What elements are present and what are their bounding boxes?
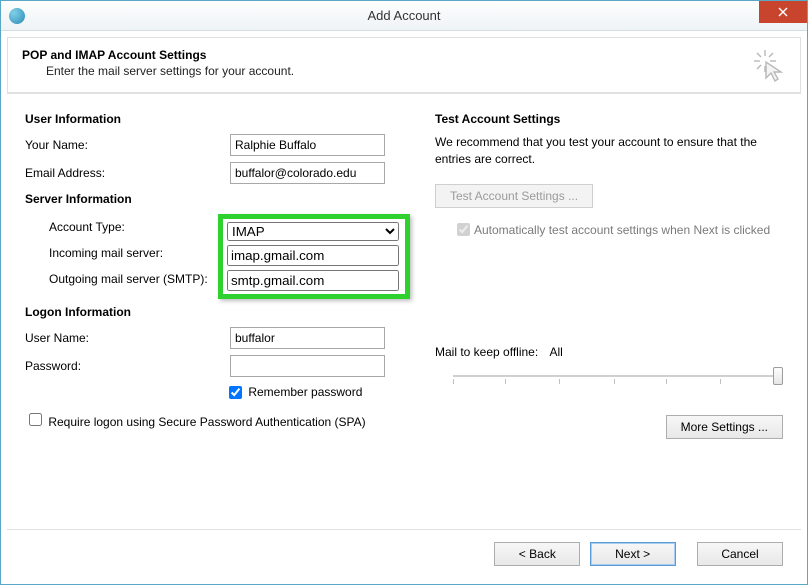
- your-name-input[interactable]: [230, 134, 385, 156]
- user-info-heading: User Information: [25, 112, 425, 126]
- slider-ticks: [453, 371, 775, 381]
- window-title: Add Account: [1, 8, 807, 23]
- account-type-select[interactable]: IMAP: [227, 222, 399, 241]
- spa-wrapper[interactable]: Require logon using Secure Password Auth…: [25, 415, 366, 429]
- auto-test-checkbox[interactable]: [457, 223, 470, 236]
- back-button[interactable]: < Back: [494, 542, 580, 566]
- close-button[interactable]: [759, 1, 807, 23]
- logon-info-heading: Logon Information: [25, 305, 425, 319]
- cancel-button[interactable]: Cancel: [697, 542, 783, 566]
- wizard-header: POP and IMAP Account Settings Enter the …: [7, 37, 801, 93]
- wizard-subtitle: Enter the mail server settings for your …: [46, 64, 786, 78]
- outgoing-server-input[interactable]: [227, 270, 399, 291]
- username-input[interactable]: [230, 327, 385, 349]
- app-icon: [9, 8, 25, 24]
- wizard-body: User Information Your Name: Email Addres…: [1, 94, 807, 449]
- server-highlight: IMAP: [218, 214, 410, 299]
- auto-test-label: Automatically test account settings when…: [474, 222, 770, 239]
- wizard-title: POP and IMAP Account Settings: [22, 48, 786, 62]
- test-account-button[interactable]: Test Account Settings ...: [435, 184, 593, 208]
- left-column: User Information Your Name: Email Addres…: [25, 112, 425, 439]
- mail-offline-value: All: [550, 345, 563, 359]
- email-label: Email Address:: [25, 166, 230, 180]
- your-name-label: Your Name:: [25, 138, 230, 152]
- remember-password-wrapper[interactable]: Remember password: [225, 385, 362, 399]
- username-label: User Name:: [25, 331, 230, 345]
- wizard-footer: < Back Next > Cancel: [7, 529, 801, 578]
- slider-thumb[interactable]: [773, 367, 783, 385]
- remember-password-checkbox[interactable]: [229, 386, 242, 399]
- password-input[interactable]: [230, 355, 385, 377]
- next-button[interactable]: Next >: [590, 542, 676, 566]
- add-account-window: Add Account POP and IMAP Account Setting…: [0, 0, 808, 585]
- remember-password-label: Remember password: [248, 385, 362, 399]
- test-settings-heading: Test Account Settings: [435, 112, 783, 126]
- test-settings-desc: We recommend that you test your account …: [435, 134, 783, 168]
- mail-offline-section: Mail to keep offline: All: [435, 345, 783, 389]
- email-input[interactable]: [230, 162, 385, 184]
- cursor-star-icon: [752, 48, 786, 85]
- mail-offline-slider[interactable]: [453, 365, 783, 389]
- titlebar: Add Account: [1, 1, 807, 31]
- spa-label: Require logon using Secure Password Auth…: [48, 415, 365, 429]
- close-icon: [778, 7, 788, 17]
- server-info-heading: Server Information: [25, 192, 425, 206]
- more-settings-button[interactable]: More Settings ...: [666, 415, 783, 439]
- spa-checkbox[interactable]: [29, 413, 42, 426]
- right-column: Test Account Settings We recommend that …: [425, 112, 783, 439]
- server-block: Account Type: Incoming mail server: Outg…: [25, 214, 425, 299]
- incoming-server-input[interactable]: [227, 245, 399, 266]
- mail-offline-label: Mail to keep offline:: [435, 345, 538, 359]
- password-label: Password:: [25, 359, 230, 373]
